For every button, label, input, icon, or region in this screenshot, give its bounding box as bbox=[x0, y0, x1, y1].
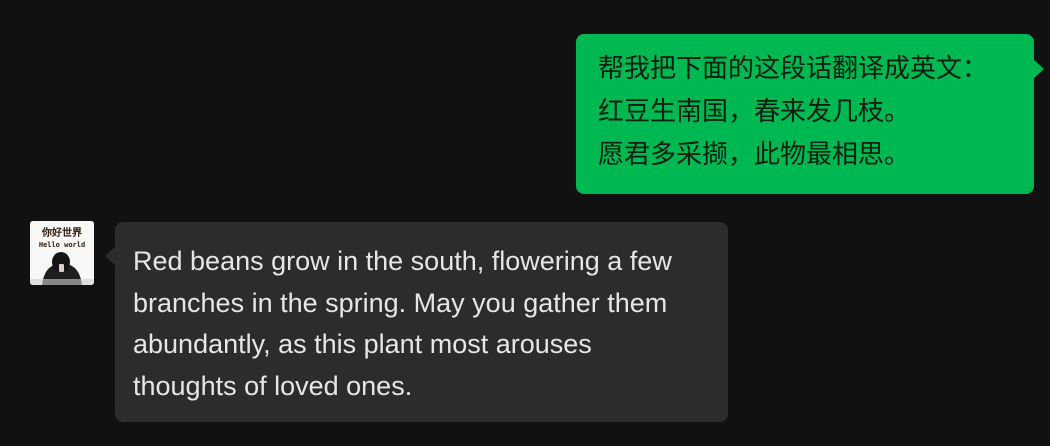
received-message-line: branches in the spring. May you gather t… bbox=[133, 287, 668, 318]
received-message-bubble[interactable]: Red beans grow in the south, flowering a… bbox=[105, 222, 728, 422]
avatar-title: 你好世界 bbox=[41, 226, 82, 239]
avatar[interactable]: 你好世界 Hello world bbox=[30, 221, 94, 285]
received-message-line: thoughts of loved ones. bbox=[133, 370, 413, 401]
received-message-line: abundantly, as this plant most arouses bbox=[133, 329, 592, 359]
sent-message-line: 愿君多采撷，此物最相思。 bbox=[598, 140, 911, 170]
avatar-image: 你好世界 Hello world bbox=[30, 221, 94, 285]
sent-message-line: 红豆生南国，春来发几枝。 bbox=[598, 97, 911, 127]
sent-message-line: 帮我把下面的这段话翻译成英文： bbox=[598, 54, 989, 84]
sent-message-bubble[interactable]: 帮我把下面的这段话翻译成英文： 红豆生南国，春来发几枝。 愿君多采撷，此物最相思… bbox=[576, 34, 1044, 194]
sent-bubble-tail bbox=[1033, 59, 1044, 79]
received-message-line: Red beans grow in the south, flowering a… bbox=[133, 246, 672, 276]
avatar-subtitle: Hello world bbox=[39, 241, 85, 249]
chat-window: 帮我把下面的这段话翻译成英文： 红豆生南国，春来发几枝。 愿君多采撷，此物最相思… bbox=[0, 0, 1050, 446]
received-bubble-tail bbox=[105, 246, 116, 266]
